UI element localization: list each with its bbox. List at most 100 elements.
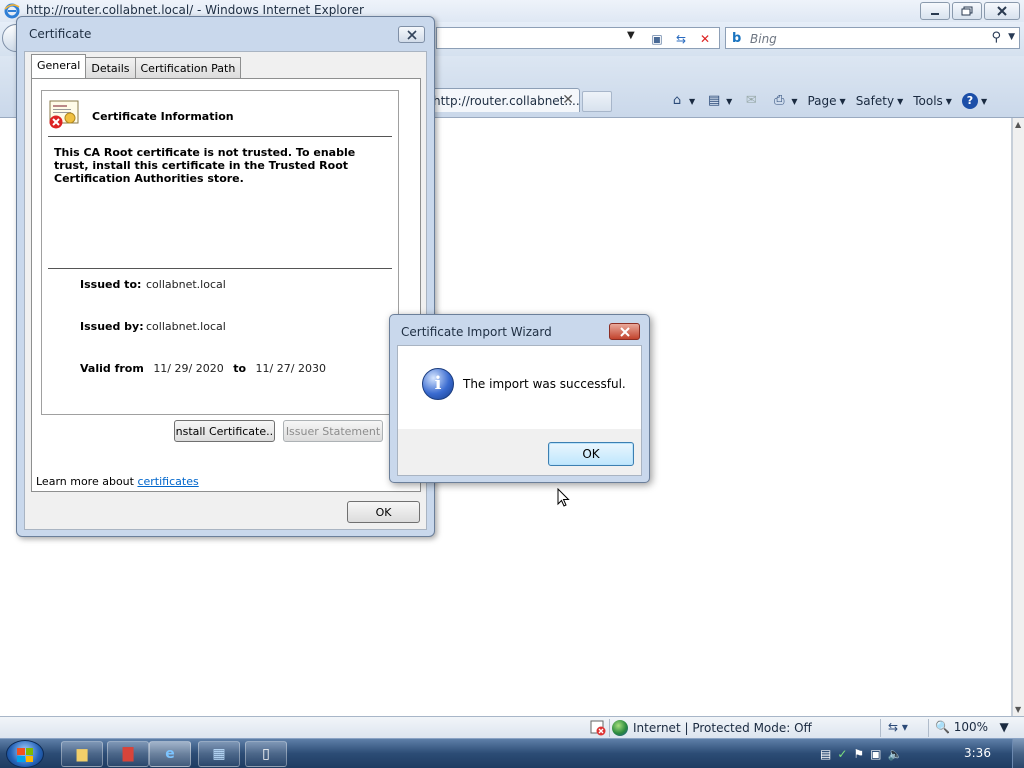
issuer-statement-button[interactable]: Issuer Statement: [283, 420, 383, 442]
zoom-icon: 🔍: [935, 720, 950, 734]
browser-tab[interactable]: http://router.collabnet.... ✕: [430, 88, 580, 112]
refresh-icon[interactable]: ⇆: [673, 31, 689, 47]
feeds-button[interactable]: ▤ ▼: [705, 93, 732, 109]
document-icon: ▯: [262, 746, 270, 762]
scroll-down-icon[interactable]: ▼: [1015, 705, 1021, 714]
import-wizard-close-button[interactable]: [609, 323, 640, 340]
control-panel-taskbar-button[interactable]: ▦: [198, 741, 240, 767]
explorer-taskbar-button[interactable]: ▆: [61, 741, 103, 767]
print-button[interactable]: ⎙ ▼: [770, 93, 797, 109]
address-dropdown-icon[interactable]: ▼: [627, 30, 635, 41]
internet-zone-icon: [612, 720, 628, 736]
minimize-button[interactable]: [920, 2, 950, 20]
certificate-dialog: Certificate General Details Certificatio…: [16, 16, 435, 537]
search-dropdown-icon[interactable]: ▼: [1008, 32, 1015, 42]
zoom-control[interactable]: 🔍 100% ▼: [935, 720, 1009, 734]
validity-row: Valid from 11/ 29/ 2020 to 11/ 27/ 2030: [80, 362, 332, 375]
divider: [48, 268, 392, 269]
home-button[interactable]: ⌂ ▼: [668, 93, 695, 109]
import-success-message: The import was successful.: [463, 377, 626, 391]
ie-icon: e: [165, 746, 175, 762]
issued-to-label: Issued to:: [80, 278, 142, 291]
tab-details[interactable]: Details: [85, 57, 136, 78]
favorites-status-icon[interactable]: ⇆ ▾: [888, 720, 908, 734]
home-icon: ⌂: [672, 93, 682, 108]
zoom-level: 100%: [953, 720, 989, 734]
status-separator: [609, 719, 610, 737]
action-center-flag-icon[interactable]: ⚑: [853, 747, 864, 761]
tab-general[interactable]: General: [31, 54, 87, 78]
feeds-icon: ▤: [708, 93, 721, 108]
command-bar: ⌂ ▼ ▤ ▼ ✉ ⎙ ▼ Page ▼ Safety ▼ Tools ▼ ? ▼: [668, 92, 987, 110]
start-button[interactable]: [6, 740, 44, 768]
certificate-warning-icon: [49, 100, 79, 129]
window-controls: [920, 2, 1020, 20]
toolbox-icon: ▇: [122, 746, 134, 762]
import-wizard-title: Certificate Import Wizard: [401, 325, 552, 339]
import-wizard-dialog: Certificate Import Wizard i The import w…: [389, 314, 650, 483]
windows-logo-icon: [17, 748, 33, 762]
compatibility-view-icon[interactable]: ▣: [649, 31, 665, 47]
information-icon: i: [422, 368, 454, 400]
close-icon: [997, 6, 1007, 16]
ie-window-title: http://router.collabnet.local/ - Windows…: [26, 3, 364, 17]
security-zone-label[interactable]: Internet | Protected Mode: Off: [633, 721, 812, 735]
issued-by-value: collabnet.local: [146, 320, 226, 333]
certificate-info-title: Certificate Information: [92, 110, 234, 123]
address-bar[interactable]: ▼ ▣ ⇆ ✕: [436, 27, 720, 49]
bing-logo-icon: b: [732, 31, 742, 46]
new-tab-button[interactable]: [582, 91, 612, 112]
scroll-up-icon[interactable]: ▲: [1015, 120, 1021, 129]
vertical-scrollbar[interactable]: ▲ ▼: [1012, 118, 1024, 716]
certificate-dialog-body: General Details Certification Path Certi…: [24, 51, 427, 530]
browser-tab-title: http://router.collabnet....: [433, 94, 580, 108]
restore-button[interactable]: [952, 2, 982, 20]
folder-icon: ▆: [76, 746, 88, 762]
install-certificate-button[interactable]: Install Certificate...: [174, 420, 275, 442]
close-icon: [619, 326, 630, 337]
ie-taskbar-button[interactable]: e: [149, 741, 191, 767]
certificates-link[interactable]: certificates: [137, 475, 198, 488]
show-desktop-button[interactable]: [1012, 739, 1024, 768]
restore-icon: [961, 6, 973, 16]
close-icon: [406, 29, 417, 40]
search-icon[interactable]: ⚲: [991, 30, 1001, 45]
status-separator: [880, 719, 881, 737]
network-icon[interactable]: ▣: [870, 747, 881, 761]
popup-blocked-icon[interactable]: [590, 720, 606, 736]
page-menu[interactable]: Page ▼: [807, 94, 845, 108]
import-wizard-ok-button[interactable]: OK: [548, 442, 634, 466]
control-panel-icon: ▦: [212, 746, 226, 762]
help-menu[interactable]: ? ▼: [961, 93, 987, 109]
certificate-close-button[interactable]: [398, 26, 425, 43]
mail-icon: ✉: [745, 93, 757, 108]
search-box[interactable]: b Bing ⚲ ▼: [725, 27, 1020, 49]
tray-document-icon[interactable]: ▤: [820, 747, 831, 761]
media-taskbar-button[interactable]: ▇: [107, 741, 149, 767]
certificate-ok-button[interactable]: OK: [347, 501, 420, 523]
tab-certification-path[interactable]: Certification Path: [134, 57, 242, 78]
certificate-tabs: General Details Certification Path: [31, 54, 242, 78]
document-taskbar-button[interactable]: ▯: [245, 741, 287, 767]
volume-muted-icon[interactable]: 🔈: [888, 747, 903, 761]
message-area: i The import was successful.: [398, 346, 641, 429]
minimize-icon: [931, 13, 939, 15]
valid-from-label: Valid from: [80, 362, 144, 375]
certificate-dialog-title: Certificate: [29, 27, 92, 41]
valid-from-value: 11/ 29/ 2020: [153, 362, 224, 375]
taskbar-clock[interactable]: 3:36: [964, 746, 991, 760]
issued-to-value: collabnet.local: [146, 278, 226, 291]
general-tab-panel: Certificate Information This CA Root cer…: [31, 78, 421, 492]
close-window-button[interactable]: [984, 2, 1020, 20]
valid-to-value: 11/ 27/ 2030: [255, 362, 326, 375]
issued-by-label: Issued by:: [80, 320, 144, 333]
stop-icon[interactable]: ✕: [697, 31, 713, 47]
help-icon: ?: [961, 93, 978, 109]
tab-close-icon[interactable]: ✕: [562, 92, 574, 108]
safety-menu[interactable]: Safety ▼: [856, 94, 904, 108]
tools-menu[interactable]: Tools ▼: [913, 94, 952, 108]
tray-shield-icon[interactable]: ✓: [837, 747, 847, 761]
divider: [48, 136, 392, 137]
mail-button[interactable]: ✉: [742, 93, 760, 109]
trust-warning-text: This CA Root certificate is not trusted.…: [54, 146, 356, 185]
